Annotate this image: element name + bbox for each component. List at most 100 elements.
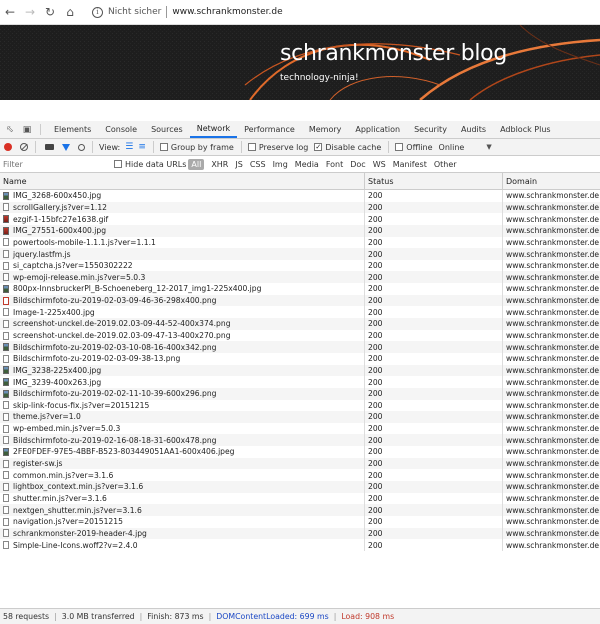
record-icon[interactable]	[4, 143, 12, 151]
request-name-cell[interactable]: common.min.js?ver=3.1.6	[0, 469, 365, 482]
type-filter-doc[interactable]: Doc	[350, 160, 365, 169]
group-by-frame-checkbox[interactable]: Group by frame	[159, 143, 234, 152]
table-row[interactable]: Bildschirmfoto-zu-2019-02-03-09-38-13.pn…	[0, 352, 600, 365]
tab-memory[interactable]: Memory	[302, 121, 349, 138]
checkbox-unchecked[interactable]	[114, 160, 122, 168]
tab-audits[interactable]: Audits	[454, 121, 493, 138]
request-name-cell[interactable]: scrollGallery.js?ver=1.12	[0, 201, 365, 214]
column-header-status[interactable]: Status	[365, 173, 503, 189]
table-row[interactable]: Bildschirmfoto-zu-2019-02-03-09-46-36-29…	[0, 294, 600, 307]
table-row[interactable]: screenshot-unckel.de-2019.02.03-09-47-13…	[0, 329, 600, 342]
request-name-cell[interactable]: 800px-InnsbruckerPl_B-Schoeneberg_12-201…	[0, 283, 365, 295]
tab-sources[interactable]: Sources	[144, 121, 190, 138]
tab-adblock-plus[interactable]: Adblock Plus	[493, 121, 557, 138]
request-name-cell[interactable]: si_captcha.js?ver=1550302222	[0, 259, 365, 272]
table-row[interactable]: 800px-InnsbruckerPl_B-Schoeneberg_12-201…	[0, 283, 600, 295]
table-row[interactable]: scrollGallery.js?ver=1.12 200 www.schrankm…	[0, 201, 600, 214]
filter-icon[interactable]	[62, 143, 70, 151]
table-row[interactable]: screenshot-unckel.de-2019.02.03-09-44-52…	[0, 318, 600, 330]
request-name-cell[interactable]: schrankmonster-2019-header-4.jpg	[0, 527, 365, 540]
device-toolbar-icon[interactable]: ▣	[20, 121, 34, 138]
table-row[interactable]: IMG_3268-600x450.jpg 200 www.schrankmonste…	[0, 190, 600, 202]
table-row[interactable]: common.min.js?ver=3.1.6 200 www.schrankmon…	[0, 469, 600, 482]
request-name-cell[interactable]: 2FE0FDEF-97E5-4BBF-B523-803449051AA1-600…	[0, 446, 365, 458]
type-filter-js[interactable]: JS	[235, 160, 242, 169]
overview-icon[interactable]: ≡	[138, 142, 146, 152]
request-name-cell[interactable]: register-sw.js	[0, 457, 365, 470]
request-name-cell[interactable]: powertools-mobile-1.1.1.js?ver=1.1.1	[0, 236, 365, 249]
preserve-log-checkbox[interactable]: Preserve log	[247, 143, 308, 152]
large-rows-icon[interactable]: ☰	[125, 142, 133, 152]
request-name-cell[interactable]: navigation.js?ver=20151215	[0, 515, 365, 528]
chevron-down-icon[interactable]: ▼	[486, 143, 491, 151]
request-name-cell[interactable]: jquery.lastfm.js	[0, 248, 365, 260]
offline-checkbox[interactable]: Offline	[395, 143, 433, 152]
table-row[interactable]: wp-emoji-release.min.js?ver=5.0.3 200 www.…	[0, 271, 600, 284]
info-icon[interactable]: i	[92, 6, 103, 18]
request-name-cell[interactable]: wp-emoji-release.min.js?ver=5.0.3	[0, 271, 365, 284]
table-row[interactable]: IMG_3238-225x400.jpg 200 www.schrankmonste…	[0, 364, 600, 377]
column-header-domain[interactable]: Domain	[503, 173, 600, 189]
request-name-cell[interactable]: ezgif-1-15bfc27e1638.gif	[0, 213, 365, 225]
url-field[interactable]: www.schrankmonster.de	[172, 7, 282, 17]
table-row[interactable]: schrankmonster-2019-header-4.jpg 200 www.s…	[0, 527, 600, 540]
request-name-cell[interactable]: wp-embed.min.js?ver=5.0.3	[0, 422, 365, 435]
security-status[interactable]: Nicht sicher	[108, 7, 161, 17]
request-name-cell[interactable]: nextgen_shutter.min.js?ver=3.1.6	[0, 504, 365, 516]
table-row[interactable]: Image-1-225x400.jpg 200 www.schrankmonster…	[0, 306, 600, 319]
table-row[interactable]: wp-embed.min.js?ver=5.0.3 200 www.schrankm…	[0, 422, 600, 435]
type-filter-media[interactable]: Media	[295, 160, 319, 169]
checkbox-unchecked[interactable]	[395, 143, 404, 151]
tab-performance[interactable]: Performance	[237, 121, 302, 138]
blog-title[interactable]: schrankmonster blog	[280, 41, 507, 66]
table-row[interactable]: shutter.min.js?ver=3.1.6 200 www.schrankmo…	[0, 492, 600, 505]
request-name-cell[interactable]: lightbox_context.min.js?ver=3.1.6	[0, 481, 365, 493]
type-filter-css[interactable]: CSS	[250, 160, 266, 169]
table-row[interactable]: Bildschirmfoto-zu-2019-02-03-10-08-16-40…	[0, 341, 600, 353]
filter-input[interactable]	[3, 157, 108, 171]
table-row[interactable]: theme.js?ver=1.0 200 www.schrankmonster.de	[0, 411, 600, 423]
clear-icon[interactable]	[20, 143, 28, 151]
tab-application[interactable]: Application	[348, 121, 407, 138]
request-name-cell[interactable]: IMG_3268-600x450.jpg	[0, 190, 365, 202]
request-name-cell[interactable]: shutter.min.js?ver=3.1.6	[0, 492, 365, 505]
back-icon[interactable]: ←	[0, 2, 20, 22]
request-name-cell[interactable]: Bildschirmfoto-zu-2019-02-02-11-10-39-60…	[0, 387, 365, 400]
request-name-cell[interactable]: skip-link-focus-fix.js?ver=20151215	[0, 399, 365, 412]
throttling-select[interactable]: Online	[439, 143, 465, 152]
tab-console[interactable]: Console	[98, 121, 144, 138]
table-row[interactable]: Bildschirmfoto-zu-2019-02-02-11-10-39-60…	[0, 387, 600, 400]
request-name-cell[interactable]: IMG_27551-600x400.jpg	[0, 224, 365, 237]
type-filter-other[interactable]: Other	[434, 160, 457, 169]
table-row[interactable]: register-sw.js 200 www.schrankmonster.de	[0, 457, 600, 470]
request-name-cell[interactable]: Image-1-225x400.jpg	[0, 306, 365, 319]
table-row[interactable]: Simple-Line-Icons.woff2?v=2.4.0 200 www.sc…	[0, 539, 600, 551]
table-row[interactable]: skip-link-focus-fix.js?ver=20151215 200 ww…	[0, 399, 600, 412]
request-name-cell[interactable]: screenshot-unckel.de-2019.02.03-09-44-52…	[0, 318, 365, 330]
table-row[interactable]: 2FE0FDEF-97E5-4BBF-B523-803449051AA1-600…	[0, 446, 600, 458]
table-row[interactable]: navigation.js?ver=20151215 200 www.schrank…	[0, 515, 600, 528]
capture-screenshots-icon[interactable]	[45, 144, 54, 150]
request-name-cell[interactable]: theme.js?ver=1.0	[0, 411, 365, 423]
request-name-cell[interactable]: screenshot-unckel.de-2019.02.03-09-47-13…	[0, 329, 365, 342]
type-filter-font[interactable]: Font	[326, 160, 343, 169]
table-row[interactable]: ezgif-1-15bfc27e1638.gif 200 www.schrankmo…	[0, 213, 600, 225]
disable-cache-checkbox[interactable]: ✓ Disable cache	[314, 143, 381, 152]
tab-security[interactable]: Security	[407, 121, 454, 138]
table-row[interactable]: IMG_3239-400x263.jpg 200 www.schrankmonste…	[0, 376, 600, 388]
search-icon[interactable]	[78, 143, 85, 151]
table-row[interactable]: IMG_27551-600x400.jpg 200 www.schrankmonst…	[0, 224, 600, 237]
request-name-cell[interactable]: Bildschirmfoto-zu-2019-02-03-09-46-36-29…	[0, 294, 365, 307]
table-row[interactable]: Bildschirmfoto-zu-2019-02-16-08-18-31-60…	[0, 434, 600, 447]
request-name-cell[interactable]: Bildschirmfoto-zu-2019-02-03-09-38-13.pn…	[0, 352, 365, 365]
table-row[interactable]: si_captcha.js?ver=1550302222 200 www.schra…	[0, 259, 600, 272]
request-name-cell[interactable]: Simple-Line-Icons.woff2?v=2.4.0	[0, 539, 365, 551]
checkbox-unchecked[interactable]	[247, 143, 256, 151]
table-row[interactable]: powertools-mobile-1.1.1.js?ver=1.1.1 200 w…	[0, 236, 600, 249]
request-name-cell[interactable]: IMG_3238-225x400.jpg	[0, 364, 365, 377]
type-filter-xhr[interactable]: XHR	[211, 160, 228, 169]
table-row[interactable]: jquery.lastfm.js 200 www.schrankmonster.de	[0, 248, 600, 260]
type-filter-all[interactable]: All	[188, 158, 205, 170]
request-name-cell[interactable]: Bildschirmfoto-zu-2019-02-03-10-08-16-40…	[0, 341, 365, 353]
forward-icon[interactable]: →	[20, 2, 40, 22]
